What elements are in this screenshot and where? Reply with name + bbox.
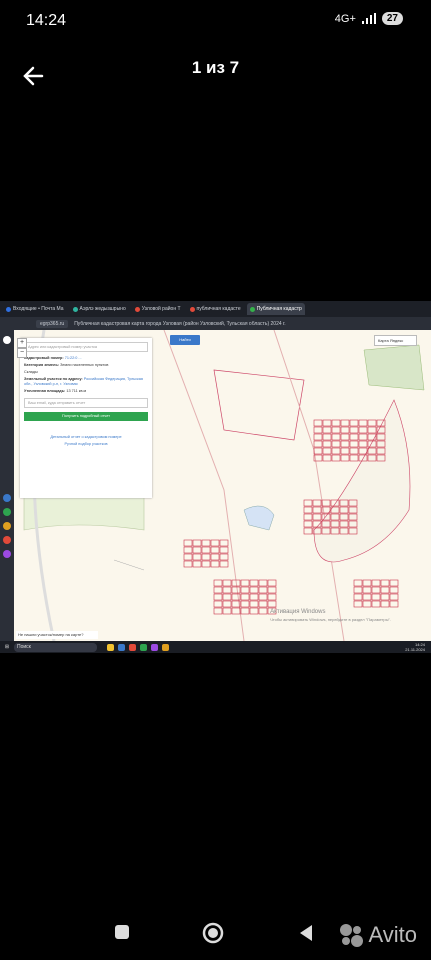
- browser-tab-bar: Входящие • Почта Ма Аэрлэ жедызшрыно Узлов…: [0, 301, 431, 317]
- taskbar-date: 21.11.2024: [405, 647, 425, 652]
- taskbar-search[interactable]: Поиск: [14, 642, 97, 652]
- tab-favicon-icon: [249, 306, 255, 312]
- recent-apps-icon[interactable]: [114, 924, 130, 940]
- back-icon[interactable]: [298, 924, 314, 942]
- browser-tab-label: Входящие • Почта Ма: [13, 306, 64, 312]
- feedback-link[interactable]: Не нашли участок/номер на карте?: [16, 631, 98, 639]
- app-icon[interactable]: [162, 643, 169, 651]
- cadastral-map[interactable]: Адрес или кадастровый номер участка Када…: [14, 330, 431, 641]
- tab-favicon-icon: [6, 306, 11, 312]
- navigation-bar: Avito: [0, 912, 431, 960]
- browser-tab[interactable]: Публичная кадастр: [246, 303, 305, 315]
- app-icon[interactable]: [129, 643, 136, 651]
- category-row: Категория земель: Земли населенных пункт…: [24, 363, 148, 368]
- address-row: Земельный участок по адресу: Российская …: [24, 377, 148, 387]
- sidebar-icon: [3, 508, 11, 516]
- email-field[interactable]: Ваш email, куда отправить отчет: [24, 398, 148, 408]
- cadastral-value[interactable]: 71:22:0 ...: [65, 356, 82, 360]
- browser-address-bar: egrp365.ru Публичная кадастровая карта г…: [0, 317, 431, 330]
- status-icons: 4G+ 27: [335, 12, 403, 25]
- watermark-subtitle: Чтобы активировать Windows, перейдите в …: [270, 617, 391, 622]
- get-report-button[interactable]: Получить подробный отчет: [24, 412, 148, 421]
- image-counter: 1 из 7: [191, 58, 240, 77]
- avito-logo: Avito: [338, 922, 417, 948]
- windows-activation-watermark: Активация Windows Чтобы активировать Win…: [270, 609, 391, 623]
- tab-favicon-icon: [189, 306, 195, 312]
- watermark-title: Активация Windows: [270, 609, 326, 615]
- avito-mark: [340, 924, 364, 947]
- zoom-out-button[interactable]: −: [17, 348, 27, 358]
- find-button[interactable]: Найти: [170, 335, 200, 345]
- browser-tab-label: Публичная кадастр: [256, 306, 302, 312]
- browser-tab-label: Узловой район Т: [141, 306, 181, 312]
- taskbar-clock: 14:24 21.11.2024: [405, 642, 425, 652]
- detail-report-link[interactable]: Детальный отчет о кадастровом номере: [24, 435, 148, 440]
- sidebar-icon: [3, 550, 11, 558]
- browser-tab[interactable]: Аэрлэ жедызшрыно: [70, 303, 129, 315]
- category-value: Земли населенных пунктов: [60, 363, 109, 367]
- manual-select-link[interactable]: Ручной подбор участков: [24, 442, 148, 447]
- browser-tab[interactable]: Входящие • Почта Ма: [3, 303, 67, 315]
- app-icon[interactable]: [118, 643, 125, 651]
- taskbar-search-label: Поиск: [17, 644, 31, 650]
- area-label: Уточненная площадь:: [24, 389, 66, 393]
- taskbar-apps: [107, 643, 169, 651]
- browser-tab[interactable]: публичная кадасте: [187, 303, 244, 315]
- status-time: 14:24: [26, 12, 67, 29]
- sidebar-icon: [3, 522, 11, 530]
- status-bar: 14:24 4G+ 27: [0, 0, 431, 44]
- zoom-in-button[interactable]: +: [17, 338, 27, 348]
- browser-url: egrp365.ru: [36, 319, 69, 328]
- windows-start-icon[interactable]: ⊞: [0, 644, 14, 650]
- home-icon[interactable]: [202, 922, 224, 944]
- browser-page-title: Публичная кадастровая карта города Узлов…: [74, 320, 286, 327]
- map-search-input[interactable]: Адрес или кадастровый номер участка: [24, 342, 148, 352]
- category-label: Категория земель:: [24, 363, 60, 367]
- tab-favicon-icon: [134, 306, 140, 312]
- browser-tab-label: Аэрлэ жедызшрыно: [79, 306, 126, 312]
- app-icon[interactable]: [140, 643, 147, 651]
- windows-taskbar: ⊞ Поиск 14:24 21.11.2024: [0, 641, 431, 653]
- parcel-info-panel: Адрес или кадастровый номер участка Када…: [20, 338, 152, 498]
- avito-wordmark: Avito: [368, 922, 417, 947]
- browser-sidebar: [0, 330, 14, 641]
- area-value: 13 711 кв.м: [66, 389, 87, 393]
- app-icon[interactable]: [107, 643, 114, 651]
- cadastral-number-row: Кадастровый номер: 71:22:0 ...: [24, 356, 148, 361]
- tab-favicon-icon: [72, 306, 78, 312]
- browser-tab[interactable]: Узловой район Т: [132, 303, 184, 315]
- area-row: Уточненная площадь: 13 711 кв.м: [24, 389, 148, 394]
- address-label: Земельный участок по адресу:: [24, 377, 83, 381]
- sidebar-icon: [3, 494, 11, 502]
- browser-tab-label: публичная кадасте: [196, 306, 241, 312]
- battery-badge: 27: [381, 12, 403, 25]
- photo-screenshot[interactable]: Входящие • Почта Ма Аэрлэ жедызшрыно Узлов…: [0, 301, 431, 653]
- sidebar-icon: [3, 336, 11, 344]
- app-icon[interactable]: [151, 643, 158, 651]
- signal-icon: [361, 13, 376, 24]
- use-value: Склады: [24, 370, 38, 374]
- network-label: 4G+: [334, 12, 356, 25]
- map-type-select[interactable]: Карта Яндекс: [374, 335, 417, 346]
- sidebar-icon: [3, 536, 11, 544]
- cadastral-label: Кадастровый номер:: [24, 356, 64, 360]
